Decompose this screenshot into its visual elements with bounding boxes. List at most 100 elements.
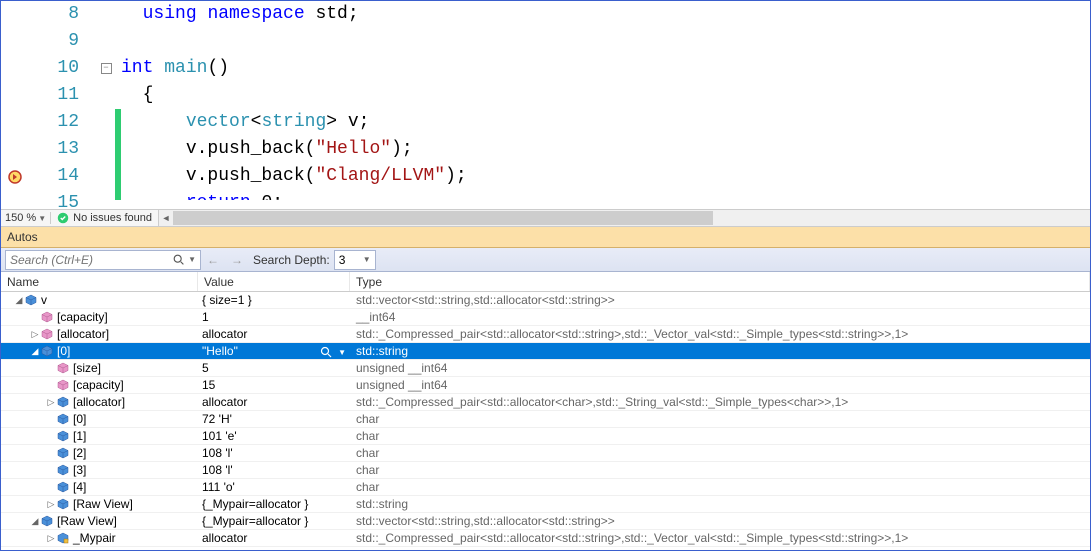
variable-value[interactable]: 108 'l' xyxy=(198,446,350,460)
table-row[interactable]: [capacity]1__int64 xyxy=(1,309,1090,326)
variable-name: [4] xyxy=(73,480,86,494)
variable-type: std::_Compressed_pair<std::allocator<std… xyxy=(350,327,1090,341)
expand-toggle[interactable]: ▷ xyxy=(45,396,57,408)
table-row[interactable]: ▷[allocator]allocatorstd::_Compressed_pa… xyxy=(1,394,1090,411)
variable-value[interactable]: { size=1 } xyxy=(198,293,350,307)
cube-pink-icon xyxy=(57,379,69,391)
variable-type: char xyxy=(350,429,1090,443)
chevron-down-icon[interactable]: ▼ xyxy=(188,255,196,264)
variable-type: std::vector<std::string,std::allocator<s… xyxy=(350,514,1090,528)
variable-type: std::vector<std::string,std::allocator<s… xyxy=(350,293,1090,307)
table-row[interactable]: ▷[allocator]allocatorstd::_Compressed_pa… xyxy=(1,326,1090,343)
variable-name: [3] xyxy=(73,463,86,477)
cube-blue-icon xyxy=(25,294,37,306)
chevron-down-icon[interactable]: ▼ xyxy=(338,348,346,357)
variable-value[interactable]: 5 xyxy=(198,361,350,375)
expand-toggle[interactable]: ◢ xyxy=(29,515,41,527)
variable-name: [size] xyxy=(73,361,101,375)
expand-toggle[interactable]: ◢ xyxy=(13,294,25,306)
table-row[interactable]: ▷[Raw View]{_Mypair=allocator }std::stri… xyxy=(1,496,1090,513)
column-header-name[interactable]: Name xyxy=(1,272,198,291)
cube-blue-icon xyxy=(57,430,69,442)
table-row[interactable]: [size] 5unsigned __int64 xyxy=(1,360,1090,377)
autos-panel-header[interactable]: Autos xyxy=(1,227,1090,248)
text-visualizer-icon[interactable] xyxy=(320,346,332,358)
watch-grid-body[interactable]: ◢v{ size=1 }std::vector<std::string,std:… xyxy=(1,292,1090,548)
variable-type: char xyxy=(350,412,1090,426)
column-header-type[interactable]: Type xyxy=(350,272,1090,291)
table-row[interactable]: [2]108 'l'char xyxy=(1,445,1090,462)
cube-blue-icon xyxy=(57,396,69,408)
cube-blue-icon xyxy=(57,447,69,459)
expand-toggle[interactable]: ◢ xyxy=(29,345,41,357)
variable-value[interactable]: allocator xyxy=(198,395,350,409)
table-row[interactable]: [capacity]15unsigned __int64 xyxy=(1,377,1090,394)
search-input[interactable] xyxy=(10,253,172,267)
variable-value[interactable]: {_Mypair=allocator } xyxy=(198,497,350,511)
chevron-down-icon: ▼ xyxy=(38,214,46,223)
variable-value[interactable]: 1 xyxy=(198,310,350,324)
table-row[interactable]: [3] 108 'l'char xyxy=(1,462,1090,479)
variable-name: [capacity] xyxy=(73,378,124,392)
variable-value[interactable]: {_Mypair=allocator } xyxy=(198,514,350,528)
table-row[interactable]: ◢[Raw View]{_Mypair=allocator }std::vect… xyxy=(1,513,1090,530)
column-header-value[interactable]: Value xyxy=(198,272,350,291)
variable-type: unsigned __int64 xyxy=(350,361,1090,375)
zoom-combo[interactable]: 150 % ▼ xyxy=(1,212,50,224)
watch-grid-header[interactable]: Name Value Type xyxy=(1,272,1090,292)
autos-toolbar: ▼ ← → Search Depth: 3 ▼ xyxy=(1,248,1090,272)
zoom-value: 150 % xyxy=(5,212,36,224)
scroll-left-button[interactable]: ◄ xyxy=(159,211,173,225)
cube-blue-icon xyxy=(57,498,69,510)
variable-type: std::string xyxy=(350,344,1090,358)
issues-indicator[interactable]: No issues found xyxy=(50,212,158,224)
depth-value: 3 xyxy=(339,253,346,267)
cube-blue-icon xyxy=(57,464,69,476)
table-row[interactable]: [0] 72 'H'char xyxy=(1,411,1090,428)
cube-pink-icon xyxy=(57,362,69,374)
variable-value[interactable]: allocator xyxy=(198,531,350,545)
table-row[interactable]: ◢ v { size=1 }std::vector<std::string,std:… xyxy=(1,292,1090,309)
cube-blue-icon xyxy=(57,481,69,493)
expand-toggle[interactable]: ▷ xyxy=(45,532,57,544)
variable-type: std::_Compressed_pair<std::allocator<std… xyxy=(350,531,1090,545)
fold-toggle[interactable]: − xyxy=(101,63,112,74)
cube-blue-icon xyxy=(41,515,53,527)
variable-type: std::_Compressed_pair<std::allocator<cha… xyxy=(350,395,1090,409)
scrollbar-thumb[interactable] xyxy=(173,211,713,225)
variable-value[interactable]: allocator xyxy=(198,327,350,341)
table-row[interactable]: ▷_Mypairallocatorstd::_Compressed_pair<s… xyxy=(1,530,1090,547)
search-icon[interactable] xyxy=(172,253,186,267)
cube-pink-icon xyxy=(41,328,53,340)
variable-value[interactable]: 101 'e' xyxy=(198,429,350,443)
variable-value[interactable]: "Hello"▼ xyxy=(198,344,350,358)
table-row[interactable]: [4]111 'o'char xyxy=(1,479,1090,496)
code-editor[interactable]: 89101112131415 − using namespace std; in… xyxy=(1,1,1090,209)
breakpoint-gutter[interactable] xyxy=(1,1,29,209)
check-circle-icon xyxy=(57,212,69,224)
fold-gutter[interactable]: − xyxy=(97,1,115,209)
cube-pink-icon xyxy=(41,311,53,323)
code-area[interactable]: using namespace std; int main() { vector… xyxy=(121,1,1090,209)
editor-horizontal-scrollbar[interactable]: ◄ xyxy=(158,210,1090,226)
variable-type: char xyxy=(350,463,1090,477)
variable-value[interactable]: 72 'H' xyxy=(198,412,350,426)
variable-name: [Raw View] xyxy=(73,497,133,511)
search-box[interactable]: ▼ xyxy=(5,250,201,270)
variable-value[interactable]: 111 'o' xyxy=(198,480,350,494)
line-number-gutter: 89101112131415 xyxy=(29,1,97,209)
variable-name: v xyxy=(41,293,47,307)
table-row[interactable]: [1] 101 'e'char xyxy=(1,428,1090,445)
search-depth-combo[interactable]: 3 ▼ xyxy=(334,250,376,270)
chevron-down-icon: ▼ xyxy=(363,255,371,264)
variable-name: [1] xyxy=(73,429,86,443)
variable-name: [2] xyxy=(73,446,86,460)
nav-forward-button[interactable]: → xyxy=(226,250,248,270)
variable-name: [0] xyxy=(73,412,86,426)
nav-back-button[interactable]: ← xyxy=(202,250,224,270)
variable-value[interactable]: 15 xyxy=(198,378,350,392)
variable-value[interactable]: 108 'l' xyxy=(198,463,350,477)
expand-toggle[interactable]: ▷ xyxy=(29,328,41,340)
table-row[interactable]: ◢[0]"Hello"▼std::string xyxy=(1,343,1090,360)
expand-toggle[interactable]: ▷ xyxy=(45,498,57,510)
